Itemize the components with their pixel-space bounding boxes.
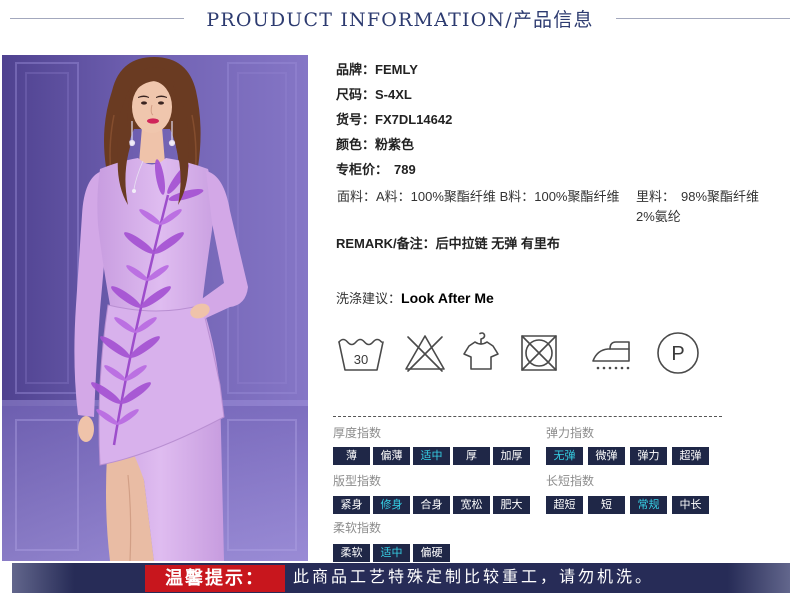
wash-30-icon: 30 (336, 332, 386, 374)
length-option-regular: 常规 (630, 496, 667, 514)
lining-part-2: 2%氨纶 (636, 209, 681, 224)
thickness-index-label: 厚度指数 (333, 426, 382, 440)
left-hand (78, 416, 94, 442)
fit-option-regular: 合身 (413, 496, 450, 514)
fit-option-oversized: 肥大 (493, 496, 530, 514)
size-label: 尺码： (336, 87, 376, 102)
softness-index-label: 柔软指数 (333, 521, 382, 535)
size-value: S-4XL (375, 87, 412, 102)
notice-label: 温馨提示： (145, 565, 285, 592)
notice-banner: 温馨提示： 此商品工艺特殊定制比较重工，请勿机洗。 (12, 563, 790, 593)
model-photo (2, 55, 308, 561)
dry-clean-p-icon: P (656, 331, 700, 375)
softness-options: 柔软 适中 偏硬 (333, 544, 450, 562)
remark-row: REMARK/备注：后中拉链 无弹 有里布 (336, 234, 560, 254)
elasticity-option-slight-stretch: 微弹 (588, 447, 625, 465)
softness-option-slightly-stiff: 偏硬 (413, 544, 450, 562)
thickness-option-medium: 适中 (413, 447, 450, 465)
header-rule-right (615, 17, 791, 19)
product-info: 品牌：FEMLY 尺码：S-4XL 货号：FX7DL14642 颜色：粉紫色 专… (336, 57, 632, 182)
care-value: Look After Me (401, 290, 494, 306)
lips (147, 118, 159, 124)
hang-dry-icon (461, 330, 501, 374)
fit-option-loose: 宽松 (453, 496, 490, 514)
header-rule-left (10, 17, 185, 19)
brand-label: 品牌： (336, 62, 376, 77)
fit-index-label: 版型指数 (333, 474, 382, 488)
thickness-option-extra-thick: 加厚 (493, 447, 530, 465)
fabric-label: 面料： (337, 189, 377, 204)
item-number-label: 货号： (336, 112, 376, 127)
length-option-extra-short: 超短 (546, 496, 583, 514)
page-title: PROUDUCT INFORMATION/产品信息 (206, 8, 594, 31)
no-tumble-dry-icon (519, 333, 559, 373)
section-header: PROUDUCT INFORMATION/产品信息 (0, 0, 794, 36)
care-label: 洗涤建议： (336, 291, 402, 306)
elasticity-options: 无弹 微弹 弹力 超弹 (546, 447, 709, 465)
length-option-short: 短 (588, 496, 625, 514)
elasticity-option-stretch: 弹力 (630, 447, 667, 465)
notice-text: 此商品工艺特殊定制比较重工，请勿机洗。 (293, 569, 655, 586)
lining-label: 里料： (636, 189, 676, 204)
fit-option-tight: 紧身 (333, 496, 370, 514)
elasticity-option-no-stretch: 无弹 (546, 447, 583, 465)
price-label: 专柜价： (336, 162, 389, 177)
brand-row: 品牌：FEMLY (336, 57, 632, 82)
no-bleach-icon (403, 332, 447, 374)
price-row: 专柜价： 789 (336, 157, 632, 182)
fabric-part-b: B料：100%聚酯纤维 (499, 189, 620, 204)
thickness-option-thick: 厚 (453, 447, 490, 465)
wash-temperature: 30 (354, 352, 368, 367)
thickness-option-slightly-thin: 偏薄 (373, 447, 410, 465)
color-label: 颜色： (336, 137, 376, 152)
dry-clean-letter: P (671, 343, 684, 365)
softness-option-medium: 适中 (373, 544, 410, 562)
dashed-divider (333, 416, 722, 417)
color-value: 粉紫色 (375, 137, 415, 152)
remark-label: REMARK/备注： (336, 236, 436, 251)
model-photo-illustration (2, 55, 308, 561)
lining-part-1: 98%聚酯纤维 (681, 189, 760, 204)
item-number-value: FX7DL14642 (375, 112, 453, 127)
brand-value: FEMLY (375, 62, 418, 77)
length-options: 超短 短 常规 中长 (546, 496, 709, 514)
elasticity-index-label: 弹力指数 (546, 426, 595, 440)
thickness-options: 薄 偏薄 适中 厚 加厚 (333, 447, 530, 465)
lining-composition: 里料： 98%聚酯纤维 2%氨纶 (636, 187, 759, 227)
length-index-label: 长短指数 (546, 474, 595, 488)
steam-iron-icon (588, 333, 634, 373)
softness-option-soft: 柔软 (333, 544, 370, 562)
price-value: 789 (394, 162, 416, 177)
care-advice-row: 洗涤建议：Look After Me (336, 288, 494, 309)
elasticity-option-super-stretch: 超弹 (672, 447, 709, 465)
fit-option-slim: 修身 (373, 496, 410, 514)
remark-value: 后中拉链 无弹 有里布 (435, 236, 560, 251)
thickness-option-thin: 薄 (333, 447, 370, 465)
size-row: 尺码：S-4XL (336, 82, 632, 107)
color-row: 颜色：粉紫色 (336, 132, 632, 157)
length-option-mid-long: 中长 (672, 496, 709, 514)
fit-options: 紧身 修身 合身 宽松 肥大 (333, 496, 530, 514)
fabric-part-a: A料：100%聚酯纤维 (376, 189, 496, 204)
fabric-composition: 面料：A料：100%聚酯纤维 B料：100%聚酯纤维 (334, 187, 630, 207)
item-number-row: 货号：FX7DL14642 (336, 107, 632, 132)
